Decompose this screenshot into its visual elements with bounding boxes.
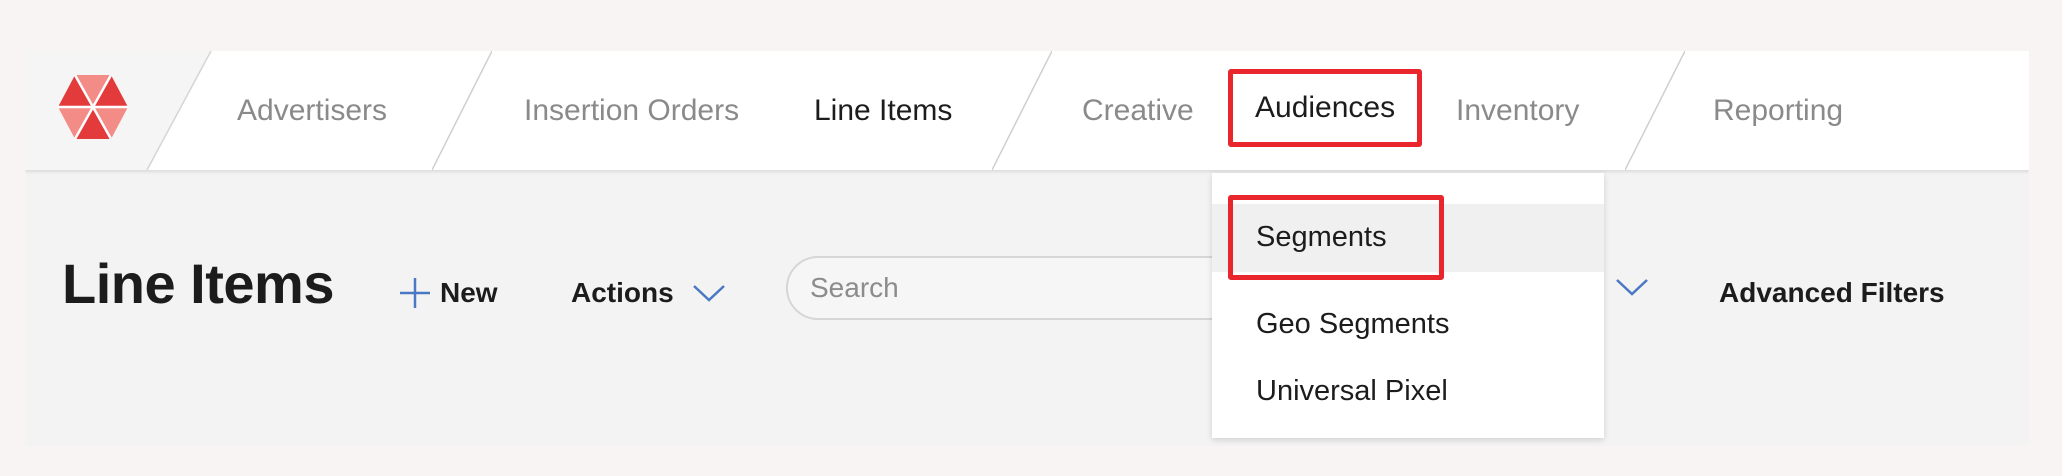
audiences-dropdown-menu: Segments Geo Segments Universal Pixel: [1212, 173, 1604, 438]
nav-divider: [1625, 51, 1685, 170]
nav-advertisers[interactable]: Advertisers: [237, 51, 387, 170]
new-button-label: New: [440, 277, 498, 308]
advanced-filters-button[interactable]: Advanced Filters: [1719, 269, 1945, 317]
nav-insertion-orders[interactable]: Insertion Orders: [524, 51, 739, 170]
nav-divider: [432, 51, 492, 170]
plus-icon: [400, 278, 430, 308]
logo-tab[interactable]: [25, 51, 215, 170]
nav-line-items[interactable]: Line Items: [814, 51, 952, 170]
app-window: Advertisers Insertion Orders Line Items …: [25, 51, 2029, 446]
actions-button[interactable]: Actions: [571, 269, 726, 317]
hexagon-logo-icon: [58, 74, 128, 140]
nav-creative[interactable]: Creative: [1082, 51, 1194, 170]
top-navigation: Advertisers Insertion Orders Line Items …: [25, 51, 2029, 170]
nav-divider: [992, 51, 1052, 170]
actions-button-label: Actions: [571, 277, 674, 308]
page-title: Line Items: [62, 252, 334, 315]
menu-item-segments[interactable]: Segments: [1228, 195, 1444, 280]
menu-item-geo-segments[interactable]: Geo Segments: [1256, 294, 1449, 354]
filter-chevron-down-icon[interactable]: [1615, 277, 1649, 297]
chevron-down-icon: [692, 285, 725, 302]
nav-reporting[interactable]: Reporting: [1713, 51, 1843, 170]
nav-inventory[interactable]: Inventory: [1456, 51, 1579, 170]
new-button[interactable]: New: [396, 269, 498, 317]
menu-item-universal-pixel[interactable]: Universal Pixel: [1256, 361, 1448, 421]
nav-audiences[interactable]: Audiences: [1228, 69, 1423, 147]
